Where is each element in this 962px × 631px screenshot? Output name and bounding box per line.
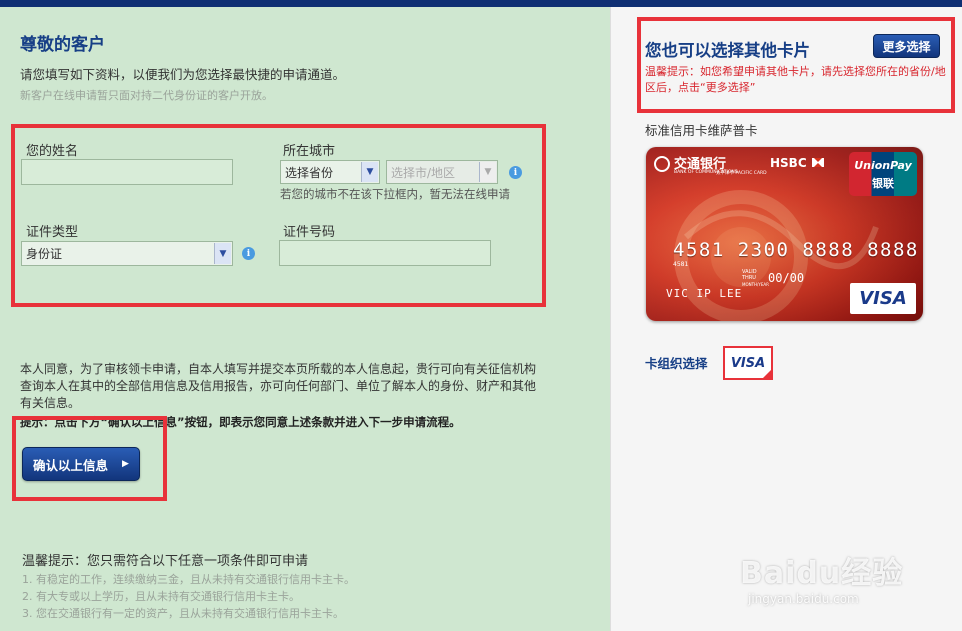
page-title: 尊敬的客户 xyxy=(20,35,105,55)
province-select-value: 选择省份 xyxy=(285,165,334,180)
conditions-title: 温馨提示：您只需符合以下任意一项条件即可申请 xyxy=(22,554,309,569)
page-note: 新客户在线申请暂只面对持二代身份证的客户开放。 xyxy=(20,89,273,102)
id-type-label: 证件类型 xyxy=(26,225,79,240)
condition-item: 3. 您在交通银行有一定的资产，且从未持有交通银行信用卡主卡。 xyxy=(22,607,344,620)
id-number-label: 证件号码 xyxy=(283,225,336,240)
visa-option[interactable]: VISA xyxy=(723,346,773,380)
sidebar-warning: 温馨提示：如您希望申请其他卡片，请先选择您所在的省份/地区后，点击“更多选择” xyxy=(645,65,946,94)
card-valid-label: VALID THRU xyxy=(742,269,757,281)
unionpay-logo-icon: UnionPay 银联 xyxy=(849,152,917,196)
card-pacific: 太平洋卡 PACIFIC CARD xyxy=(716,171,767,176)
unionpay-cn-text: 银联 xyxy=(872,177,894,190)
card-bin: 4581 xyxy=(673,261,689,268)
visa-logo-icon: VISA xyxy=(850,283,916,314)
city-label: 所在城市 xyxy=(283,144,336,159)
city-select-value: 选择市/地区 xyxy=(391,165,456,180)
top-bar xyxy=(0,0,962,7)
card-name: 标准信用卡维萨普卡 xyxy=(645,123,758,138)
condition-item: 1. 有稳定的工作，连续缴纳三金，且从未持有交通银行信用卡主卡。 xyxy=(22,573,355,586)
play-arrow-icon: ▶ xyxy=(122,459,129,469)
baidu-watermark: Baidu经验 xyxy=(740,556,904,591)
visa-option-label: VISA xyxy=(730,355,766,371)
card-number: 4581 2300 8888 8888 xyxy=(673,239,919,261)
agreement-text: 本人同意，为了审核领卡申请，自本人填写并提交本页所载的本人信息起，贵行可向有关征… xyxy=(20,362,537,410)
province-select[interactable]: 选择省份 ▼ xyxy=(280,160,380,184)
card-month-year: MONTH/YEAR xyxy=(742,282,769,287)
more-options-button[interactable]: 更多选择 xyxy=(873,34,940,58)
confirm-button-label: 确认以上信息 xyxy=(33,457,109,473)
card-hsbc: HSBC xyxy=(770,156,807,170)
hsbc-logo-icon xyxy=(812,158,824,167)
condition-item: 2. 有大专或以上学历，且从未持有交通银行信用卡主卡。 xyxy=(22,590,300,603)
name-input[interactable] xyxy=(21,159,233,185)
card-visa: VISA xyxy=(859,288,907,309)
city-hint: 若您的城市不在该下拉框内，暂无法在线申请 xyxy=(280,187,510,201)
selected-check-icon xyxy=(762,369,772,379)
info-icon[interactable]: i xyxy=(242,247,255,260)
chevron-down-icon: ▼ xyxy=(361,162,378,182)
unionpay-text: UnionPay xyxy=(854,159,912,172)
form-highlight-box xyxy=(11,124,546,307)
name-label: 您的姓名 xyxy=(26,144,79,159)
card-holder: VIC IP LEE xyxy=(666,287,743,300)
card-org-label: 卡组织选择 xyxy=(645,356,708,371)
info-icon[interactable]: i xyxy=(509,166,522,179)
bank-logo-icon xyxy=(654,156,670,172)
id-number-input[interactable] xyxy=(279,240,491,266)
chevron-down-icon: ▼ xyxy=(214,243,231,264)
confirm-button[interactable]: 确认以上信息 ▶ xyxy=(22,447,140,481)
credit-card-image[interactable]: 交通银行 BANK OF COMMUNICATIONS 太平洋卡 PACIFIC… xyxy=(646,147,923,321)
card-expiry: 00/00 xyxy=(768,271,805,285)
id-type-select[interactable]: 身份证 ▼ xyxy=(21,241,233,266)
page-subtitle: 请您填写如下资料，以便我们为您选择最快捷的申请通道。 xyxy=(20,67,346,82)
city-select[interactable]: 选择市/地区 ▼ xyxy=(386,160,498,184)
id-type-select-value: 身份证 xyxy=(26,247,63,261)
sidebar-title: 您也可以选择其他卡片 xyxy=(645,41,810,60)
baidu-watermark-url: jingyan.baidu.com xyxy=(748,592,859,606)
chevron-down-icon: ▼ xyxy=(479,162,496,182)
